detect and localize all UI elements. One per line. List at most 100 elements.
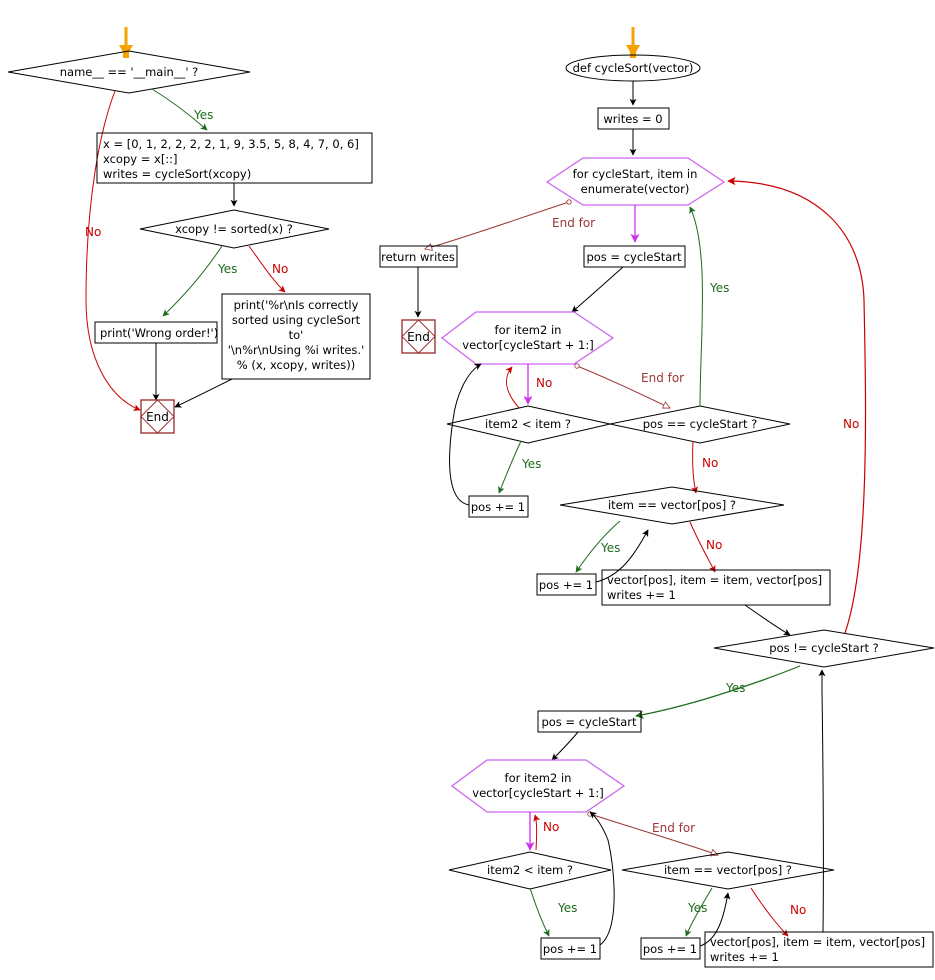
edge-endfor-return [425, 202, 569, 249]
edge-item2-yes-2 [529, 887, 550, 937]
edge-sorted-yes [162, 245, 223, 317]
process-init-x-line2: xcopy = x[::] [103, 152, 178, 166]
decision-pos-ne-cyclestart-label: pos != cycleStart ? [769, 641, 878, 655]
process-pos-inc-1: pos += 1 [468, 495, 529, 518]
label-sorted-yes: Yes [217, 262, 237, 276]
flowchart-canvas: name__ == '__main__' ? Yes No x = [0, 1,… [0, 0, 935, 980]
process-pos-inc-1-label: pos += 1 [471, 500, 525, 514]
process-swap-2: vector[pos], item = item, vector[pos] wr… [704, 931, 934, 968]
decision-item-eq-vectorpos-1: item == vector[pos] ? [559, 486, 785, 525]
label-endfor-3: End for [652, 821, 695, 835]
label-poseq-yes: Yes [709, 281, 729, 295]
edge-posne-no-long [727, 176, 867, 634]
label-main-yes: Yes [193, 108, 213, 122]
decision-item-eq-vectorpos-2: item == vector[pos] ? [621, 851, 835, 890]
loop-for-enumerate: for cycleStart, item in enumerate(vector… [545, 157, 726, 206]
label-item2-no-1: No [536, 376, 552, 390]
label-item2-yes-1: Yes [521, 457, 541, 471]
edge-posinc-back-loop-1 [449, 363, 482, 506]
label-main-no: No [85, 225, 101, 239]
process-pos-cyclestart-1: pos = cycleStart [583, 245, 686, 268]
terminator-def-cyclesort-label: def cycleSort(vector) [573, 61, 694, 75]
process-pos-inc-4-label: pos += 1 [643, 942, 697, 956]
process-writes-zero: writes = 0 [597, 107, 670, 130]
process-init-x-line3: writes = cycleSort(xcopy) [103, 167, 251, 181]
terminator-def-cyclesort: def cycleSort(vector) [565, 54, 701, 82]
label-sorted-no: No [272, 262, 288, 276]
process-print-wrong-order-label: print('Wrong order!') [100, 326, 218, 340]
edge-correct-to-end [174, 378, 233, 408]
loop-for-enumerate-line1: for cycleStart, item in [573, 167, 698, 181]
label-posne-no: No [843, 417, 859, 431]
edge-swap2-back-posne [818, 669, 826, 933]
process-swap-2-line2: writes += 1 [710, 950, 779, 964]
end-node-right: End [401, 319, 436, 354]
end-node-left-label: End [146, 410, 169, 424]
process-writes-zero-label: writes = 0 [603, 112, 662, 126]
label-poseq-no: No [702, 456, 718, 470]
decision-pos-eq-cyclestart: pos == cycleStart ? [609, 405, 791, 444]
edge-poseq-yes [689, 206, 703, 407]
decision-xcopy-sorted: xcopy != sorted(x) ? [139, 209, 330, 249]
process-print-wrong-order: print('Wrong order!') [94, 321, 218, 344]
edge-pos-to-inner-loop-1 [571, 266, 624, 313]
label-posne-yes: Yes [725, 681, 745, 695]
edge-pos2-to-loop2 [551, 731, 579, 761]
process-pos-cyclestart-2: pos = cycleStart [537, 710, 642, 733]
decision-item2-less-1-label: item2 < item ? [485, 417, 571, 431]
loop-for-item2-1-line1: for item2 in [495, 323, 562, 337]
edge-item2-no-2 [533, 814, 541, 851]
process-return-writes-label: return writes [381, 250, 455, 264]
process-init-x-line1: x = [0, 1, 2, 2, 2, 2, 1, 9, 3.5, 5, 8, … [103, 137, 359, 151]
edge-item2-no-1 [505, 366, 520, 409]
process-pos-inc-2: pos += 1 [536, 573, 597, 596]
process-pos-cyclestart-1-label: pos = cycleStart [586, 250, 682, 264]
end-node-right-label: End [407, 330, 430, 344]
flowchart-svg: name__ == '__main__' ? Yes No x = [0, 1,… [7, 27, 935, 968]
loop-for-item2-2-line2: vector[cycleStart + 1:] [472, 786, 603, 800]
decision-xcopy-sorted-label: xcopy != sorted(x) ? [175, 222, 293, 236]
process-print-correct-line3: to' [289, 328, 304, 342]
decision-pos-ne-cyclestart: pos != cycleStart ? [713, 629, 935, 668]
process-pos-inc-3: pos += 1 [540, 937, 601, 960]
label-item2-no-2: No [543, 820, 559, 834]
edge-posinc3-back-loop2 [589, 811, 615, 946]
label-item2-yes-2: Yes [557, 901, 577, 915]
decision-item-eq-vectorpos-2-label: item == vector[pos] ? [664, 863, 792, 877]
label-endfor-1: End for [552, 216, 595, 230]
start-marker-right [626, 27, 640, 58]
decision-item2-less-1: item2 < item ? [446, 405, 611, 444]
edge-posne-yes [635, 665, 801, 719]
loop-for-item2-1: for item2 in vector[cycleStart + 1:] [440, 311, 615, 365]
process-return-writes: return writes [379, 245, 458, 268]
label-itemeq-no-2: No [790, 903, 806, 917]
decision-pos-eq-cyclestart-label: pos == cycleStart ? [643, 417, 757, 431]
decision-item2-less-2-label: item2 < item ? [487, 863, 573, 877]
edge-item2-yes-1 [498, 440, 522, 494]
process-print-correct: print('%r\nIs correctly sorted using cyc… [221, 293, 371, 380]
process-print-correct-line1: print('%r\nIs correctly [234, 298, 359, 312]
process-init-x: x = [0, 1, 2, 2, 2, 2, 1, 9, 3.5, 5, 8, … [96, 132, 373, 184]
end-node-left: End [140, 399, 175, 434]
process-print-correct-line5: % (x, xcopy, writes)) [237, 358, 355, 372]
process-print-correct-line4: '\n%r\nUsing %i writes.' [228, 343, 365, 357]
loop-for-item2-2-line1: for item2 in [505, 771, 572, 785]
decision-is-main-label: name__ == '__main__' ? [60, 65, 199, 79]
start-marker-left [119, 27, 133, 58]
process-pos-inc-4: pos += 1 [640, 937, 701, 960]
label-endfor-2: End for [641, 371, 684, 385]
loop-for-enumerate-line2: enumerate(vector) [581, 182, 690, 196]
label-itemeq-yes-1: Yes [600, 541, 620, 555]
edge-swap-to-posne [744, 604, 791, 636]
process-pos-inc-2-label: pos += 1 [539, 578, 593, 592]
process-print-correct-line2: sorted using cycleSort [232, 313, 361, 327]
decision-item2-less-2: item2 < item ? [448, 851, 612, 890]
label-itemeq-yes-2: Yes [687, 901, 707, 915]
process-swap-1-line2: writes += 1 [607, 588, 676, 602]
process-swap-2-line1: vector[pos], item = item, vector[pos] [710, 935, 925, 949]
loop-for-item2-1-line2: vector[cycleStart + 1:] [462, 338, 593, 352]
edge-itemeq-no-2 [750, 887, 789, 937]
process-swap-1: vector[pos], item = item, vector[pos] wr… [601, 569, 831, 606]
decision-item-eq-vectorpos-1-label: item == vector[pos] ? [608, 498, 736, 512]
edge-poseq-no [691, 440, 698, 494]
